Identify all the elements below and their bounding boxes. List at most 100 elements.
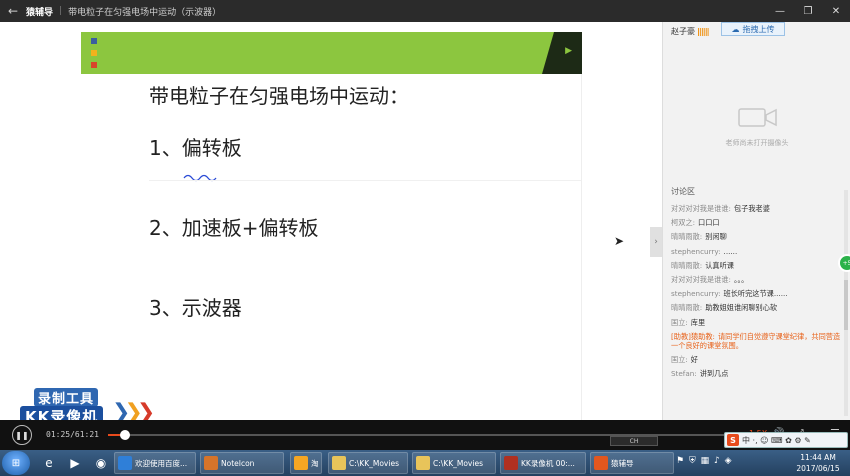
chat-message-user: Stefan: [671, 369, 697, 379]
chat-message-text: 讲到几点 [699, 369, 729, 379]
tray-flag-icon[interactable]: ⚑ [676, 456, 685, 466]
chat-message-user: 晴晴雨散: [671, 232, 703, 242]
chat-message: Stefan: 讲到几点 [671, 369, 847, 378]
chat-message-text: ...... [723, 246, 738, 256]
slide-header-dark-corner [542, 32, 582, 74]
arrow-left-icon[interactable]: ← [0, 4, 26, 18]
task-label: C:\KK_Movies [433, 458, 483, 468]
sogou-ime-toolbar[interactable]: S 中 ·, ☺ ⌨ ✿ ⚙ ✎ [724, 432, 848, 448]
play-triangle-icon: ▶ [565, 46, 572, 56]
taskbar-task[interactable]: 欢迎使用百度... [114, 452, 196, 474]
chat-message: 对对对对我是谁谁: 包子我老婆 [671, 204, 847, 213]
close-icon[interactable]: ✕ [822, 0, 850, 22]
chat-scrollbar-thumb[interactable] [844, 280, 848, 330]
task-label: C:\KK_Movies [349, 458, 399, 468]
sogou-toolbar-text: 中 ·, ☺ ⌨ ✿ ⚙ ✎ [742, 435, 811, 445]
task-app-icon [416, 456, 430, 470]
taskbar-task[interactable]: KK录像机 00:... [500, 452, 586, 474]
tray-shield-icon[interactable]: ⛨ [689, 456, 697, 466]
ime-label: CH [629, 437, 639, 445]
chat-message-user: 国立: [671, 317, 688, 327]
upload-button[interactable]: ☁ 拖拽上传 [721, 22, 785, 36]
tray-app-icon[interactable]: ◈ [725, 456, 733, 466]
discussion-label: 讨论区 [671, 187, 695, 196]
chat-message-text: 认真听课 [705, 260, 734, 270]
camera-area: 老师尚未打开摄像头 [663, 40, 850, 180]
tray-network-icon[interactable]: ▦ [701, 456, 711, 466]
task-label: 淘 [311, 458, 319, 468]
slide-item-3: 3、示波器 [149, 296, 242, 320]
chat-message-text: 别闲聊 [705, 232, 727, 242]
chat-message-text: 库里 [690, 317, 706, 327]
taskbar: ⊞ e ▶ ◉ 欢迎使用百度... NoteIcon 淘 C:\KK_Movies C:… [0, 450, 850, 476]
chat-list: 对对对对我是谁谁: 包子我老婆 柯双之: 口口口 晴晴雨散: 别闲聊 stephencurr… [671, 204, 847, 383]
app-window: ← 猿辅导 | 带电粒子在匀强电场中运动（示波器） — ❐ ✕ ▶ 带电粒子在匀… [0, 0, 850, 476]
taskbar-task[interactable]: C:\KK_Movies [412, 452, 496, 474]
player-controls: ❚❚ 01:25/61:21 1.5X 🔊 ⤢ ☰ [0, 420, 850, 450]
minimize-icon[interactable]: — [766, 0, 794, 22]
system-tray: ⚑ ⛨ ▦ ♪ ◈ [676, 456, 733, 466]
browser-icon[interactable]: ◉ [88, 452, 114, 474]
media-player-icon[interactable]: ▶ [62, 452, 88, 474]
chat-message: 对对对对我是谁谁:。。。 [671, 275, 847, 284]
collapse-panel-button[interactable]: › [650, 227, 662, 257]
progress-knob[interactable] [120, 430, 131, 440]
mouse-cursor-icon: ➤ [614, 234, 625, 248]
slide-divider [149, 180, 581, 181]
taskbar-task[interactable]: 猿辅导 [590, 452, 674, 474]
chat-message: [助教]猿助教: 请同学们自觉遵守课堂纪律，共同营造一个良好的课堂氛围。 [671, 332, 847, 350]
slide-item-1: 1、偏转板 [149, 136, 242, 160]
slide-square-yellow [91, 50, 97, 56]
task-app-icon [204, 456, 218, 470]
slide-title: 带电粒子在匀强电场中运动： [149, 84, 409, 108]
task-label: 欢迎使用百度... [135, 458, 188, 468]
internet-explorer-icon[interactable]: e [36, 452, 62, 474]
taskbar-task[interactable]: NoteIcon [200, 452, 284, 474]
chat-scrollbar[interactable] [844, 190, 848, 416]
title-bar: ← 猿辅导 | 带电粒子在匀强电场中运动（示波器） — ❐ ✕ [0, 0, 850, 22]
pause-icon: ❚❚ [15, 430, 29, 440]
sogou-icon: S [727, 434, 739, 446]
chat-message-text: 好 [690, 354, 698, 364]
task-app-icon [594, 456, 608, 470]
teacher-info: 赵子豪 |||||| [671, 26, 709, 37]
camera-off-icon [738, 108, 777, 127]
clock-time: 11:44 AM [800, 453, 836, 462]
chat-message-text: 助教姐姐谁闲聊别心软 [705, 303, 778, 313]
taskbar-task[interactable]: 淘 [290, 452, 322, 474]
chat-message: stephencurry:...... [671, 247, 847, 256]
task-app-icon [118, 456, 132, 470]
slide-square-red [91, 62, 97, 68]
title-separator: | [59, 6, 63, 16]
chat-message-text: 包子我老婆 [733, 204, 770, 213]
task-label: KK录像机 00:... [521, 458, 575, 468]
chat-message-user: stephencurry: [671, 246, 721, 256]
slide-item-2: 2、加速板+偏转板 [149, 216, 319, 240]
chat-message-user: 柯双之: [671, 218, 695, 228]
taskbar-clock[interactable]: 11:44 AM 2017/06/15 [790, 452, 846, 474]
chat-message-user: 对对对对我是谁谁: [671, 204, 731, 213]
task-app-icon [294, 456, 308, 470]
clock-date: 2017/06/15 [796, 464, 840, 473]
windows-start-icon[interactable]: ⊞ [2, 451, 30, 475]
tray-volume-icon[interactable]: ♪ [714, 456, 721, 466]
slide: ▶ 带电粒子在匀强电场中运动： 1、偏转板 2、加速板+偏转板 3、示波器 [81, 32, 582, 428]
chat-message: 国立: 库里 [671, 318, 847, 327]
maximize-icon[interactable]: ❐ [794, 0, 822, 22]
chat-message-user: [助教]猿助教: [671, 331, 715, 341]
window-controls: — ❐ ✕ [766, 0, 850, 22]
cloud-icon: ☁ [731, 24, 740, 34]
lesson-title: 带电粒子在匀强电场中运动（示波器） [68, 7, 222, 18]
ime-language-bar[interactable]: CH [610, 436, 658, 446]
chat-message-user: stephencurry: [671, 289, 721, 299]
chat-message: 晴晴雨散: 别闲聊 [671, 232, 847, 241]
upload-button-label: 拖拽上传 [742, 24, 775, 34]
pause-button[interactable]: ❚❚ [12, 425, 32, 445]
progress-bar[interactable] [108, 430, 818, 440]
teacher-name: 赵子豪 [671, 27, 695, 36]
floating-badge[interactable]: +5 [838, 254, 850, 272]
playback-time: 01:25/61:21 [46, 430, 99, 439]
taskbar-task[interactable]: C:\KK_Movies [328, 452, 408, 474]
chat-message: 晴晴雨散: 认真听课 [671, 261, 847, 270]
chat-message-user: 对对对对我是谁谁: [671, 274, 731, 284]
